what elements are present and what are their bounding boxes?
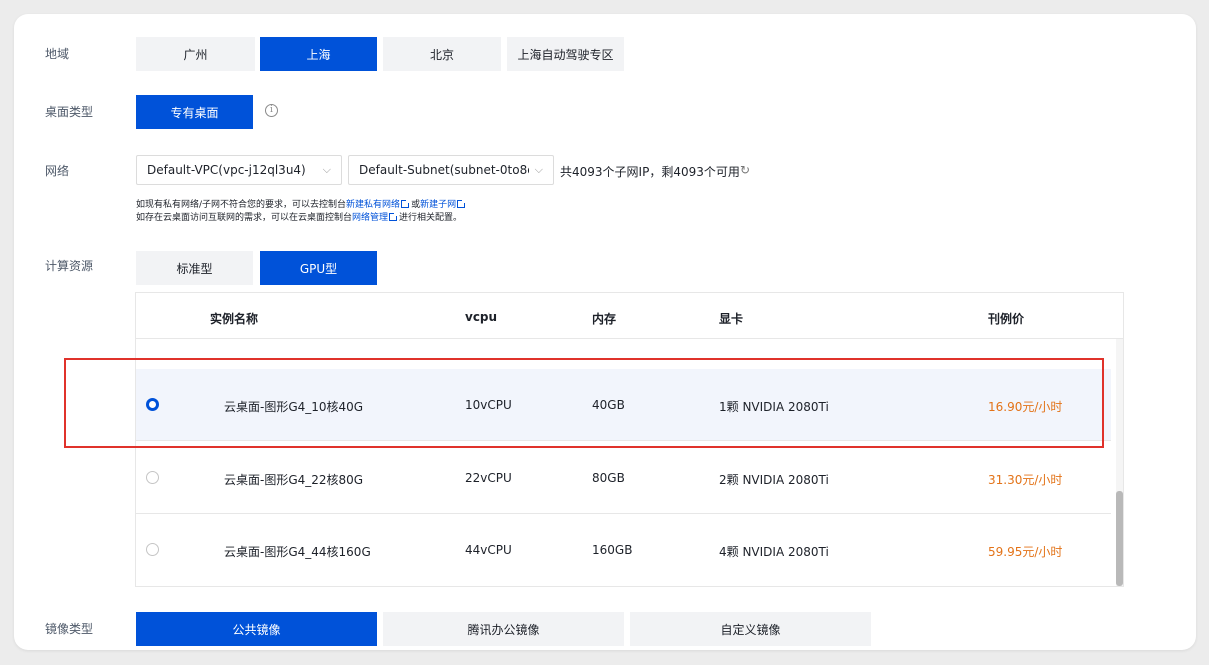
table-row[interactable]: 云桌面-图形G4_22核80G 22vCPU 80GB 2颗 NVIDIA 20… (136, 442, 1111, 514)
network-hint-2: 如存在云桌面访问互联网的需求，可以在云桌面控制台网络管理 进行相关配置。 (136, 210, 462, 223)
cell-instance-name: 云桌面-图形G4_44核160G (224, 545, 371, 559)
compute-tab-gpu[interactable]: GPU型 (260, 251, 377, 285)
region-option-shanghai-autodrive[interactable]: 上海自动驾驶专区 (507, 37, 624, 71)
chevron-down-icon: ⌵ (534, 163, 543, 176)
subnet-select-value: Default-Subnet(subnet-0to8q... (359, 163, 529, 177)
network-hint-1: 如现有私有网络/子网不符合您的要求，可以去控制台新建私有网络 或新建子网 (136, 197, 467, 210)
header-vcpu: vcpu (465, 310, 498, 324)
cell-vcpu: 44vCPU (465, 543, 512, 557)
cell-memory: 80GB (592, 471, 625, 485)
header-instance-name: 实例名称 (210, 312, 259, 326)
row-radio[interactable] (146, 471, 159, 484)
region-label: 地域 (45, 47, 70, 61)
region-option-beijing[interactable]: 北京 (383, 37, 501, 71)
external-link-icon (401, 199, 411, 208)
cell-instance-name: 云桌面-图形G4_22核80G (224, 473, 364, 487)
header-gpu: 显卡 (719, 312, 744, 326)
refresh-icon[interactable]: ↻ (740, 163, 750, 177)
cell-price: 31.30元/小时 (988, 473, 1063, 487)
cell-gpu: 4颗 NVIDIA 2080Ti (719, 545, 829, 559)
hint-text: 如存在云桌面访问互联网的需求，可以在云桌面控制台 (136, 213, 353, 223)
hint-text: 进行相关配置。 (399, 213, 463, 223)
table-scrollbar-thumb[interactable] (1116, 491, 1123, 586)
highlight-box (64, 358, 1104, 448)
row-radio[interactable] (146, 543, 159, 556)
cell-memory: 160GB (592, 543, 633, 557)
vpc-select-value: Default-VPC(vpc-j12ql3u4) (147, 163, 306, 177)
compute-label: 计算资源 (45, 259, 94, 273)
subnet-select[interactable]: Default-Subnet(subnet-0to8q... ⌵ (348, 155, 554, 185)
cell-price: 59.95元/小时 (988, 545, 1063, 559)
compute-tab-standard[interactable]: 标准型 (136, 251, 253, 285)
chevron-down-icon: ⌵ (322, 163, 331, 176)
network-label: 网络 (45, 164, 70, 178)
external-link-icon (457, 199, 467, 208)
header-price: 刊例价 (988, 312, 1025, 326)
region-option-guangzhou[interactable]: 广州 (136, 37, 255, 71)
info-circle-icon[interactable]: i (265, 104, 278, 117)
hint-text: 如现有私有网络/子网不符合您的要求，可以去控制台 (136, 200, 347, 210)
subnet-ip-status: 共4093个子网IP，剩4093个可用 (560, 165, 740, 179)
table-header: 实例名称 vcpu 内存 显卡 刊例价 (136, 293, 1123, 339)
desktop-type-label: 桌面类型 (45, 105, 94, 119)
image-type-public[interactable]: 公共镜像 (136, 612, 377, 646)
cell-vcpu: 22vCPU (465, 471, 512, 485)
hint-text: 或 (411, 200, 421, 210)
region-option-shanghai[interactable]: 上海 (260, 37, 377, 71)
image-type-tencent-office[interactable]: 腾讯办公镜像 (383, 612, 624, 646)
image-type-custom[interactable]: 自定义镜像 (630, 612, 871, 646)
create-subnet-link[interactable]: 新建子网 (420, 200, 456, 210)
image-type-label: 镜像类型 (45, 622, 94, 636)
header-memory: 内存 (592, 312, 617, 326)
table-row[interactable]: 云桌面-图形G4_44核160G 44vCPU 160GB 4颗 NVIDIA … (136, 514, 1111, 586)
cell-gpu: 2颗 NVIDIA 2080Ti (719, 473, 829, 487)
external-link-icon (389, 212, 399, 221)
network-management-link[interactable]: 网络管理 (352, 213, 388, 223)
create-vpc-link[interactable]: 新建私有网络 (346, 200, 400, 210)
vpc-select[interactable]: Default-VPC(vpc-j12ql3u4) ⌵ (136, 155, 342, 185)
desktop-type-dedicated[interactable]: 专有桌面 (136, 95, 253, 129)
